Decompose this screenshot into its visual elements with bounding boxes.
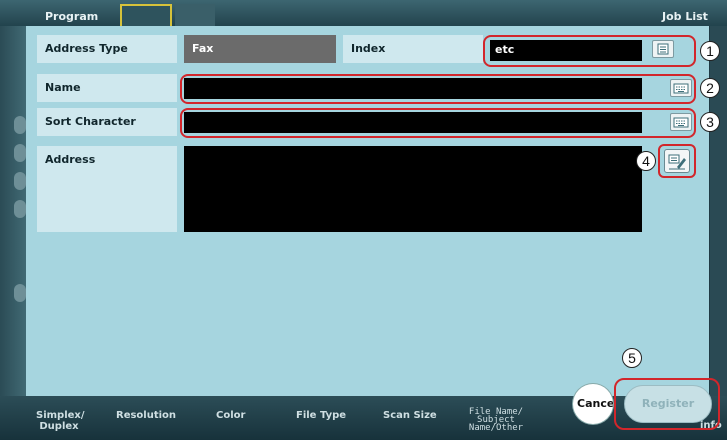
job-list-tab[interactable]: Job List [662,10,708,23]
index-highlight [483,35,696,67]
callout-5: 5 [622,348,642,368]
top-tab-selected[interactable] [120,4,172,26]
tab-simplex-duplex[interactable]: Simplex/ Duplex [36,410,85,432]
address-type-label: Address Type [37,35,177,63]
name-label: Name [37,74,177,102]
tab-resolution[interactable]: Resolution [116,410,176,421]
name-highlight [180,74,696,104]
side-indicator [14,200,26,218]
cancel-button[interactable]: Cance [573,384,613,424]
side-indicator [14,172,26,190]
edit-address-icon [664,149,690,173]
register-highlight [614,378,720,430]
top-tab[interactable] [175,4,215,26]
sort-character-highlight [180,108,696,138]
sort-character-label: Sort Character [37,108,177,136]
tab-color[interactable]: Color [216,410,245,421]
side-indicator [14,284,26,302]
callout-3: 3 [700,112,720,132]
tab-file-type[interactable]: File Type [296,410,346,421]
address-field[interactable] [184,146,642,232]
top-bar: Program Job List [0,0,727,26]
side-indicator [14,116,26,134]
left-panel-edge [0,26,26,396]
edit-address-button[interactable] [658,144,696,178]
callout-1: 1 [700,41,720,61]
address-type-value: Fax [184,35,336,63]
index-label: Index [343,35,483,63]
side-indicator [14,144,26,162]
callout-2: 2 [700,78,720,98]
address-label: Address [37,146,177,232]
tab-scan-size[interactable]: Scan Size [383,410,437,421]
callout-4: 4 [636,151,656,171]
program-tab[interactable]: Program [45,10,98,23]
tab-file-name[interactable]: File Name/ Subject Name/Other [456,408,536,433]
